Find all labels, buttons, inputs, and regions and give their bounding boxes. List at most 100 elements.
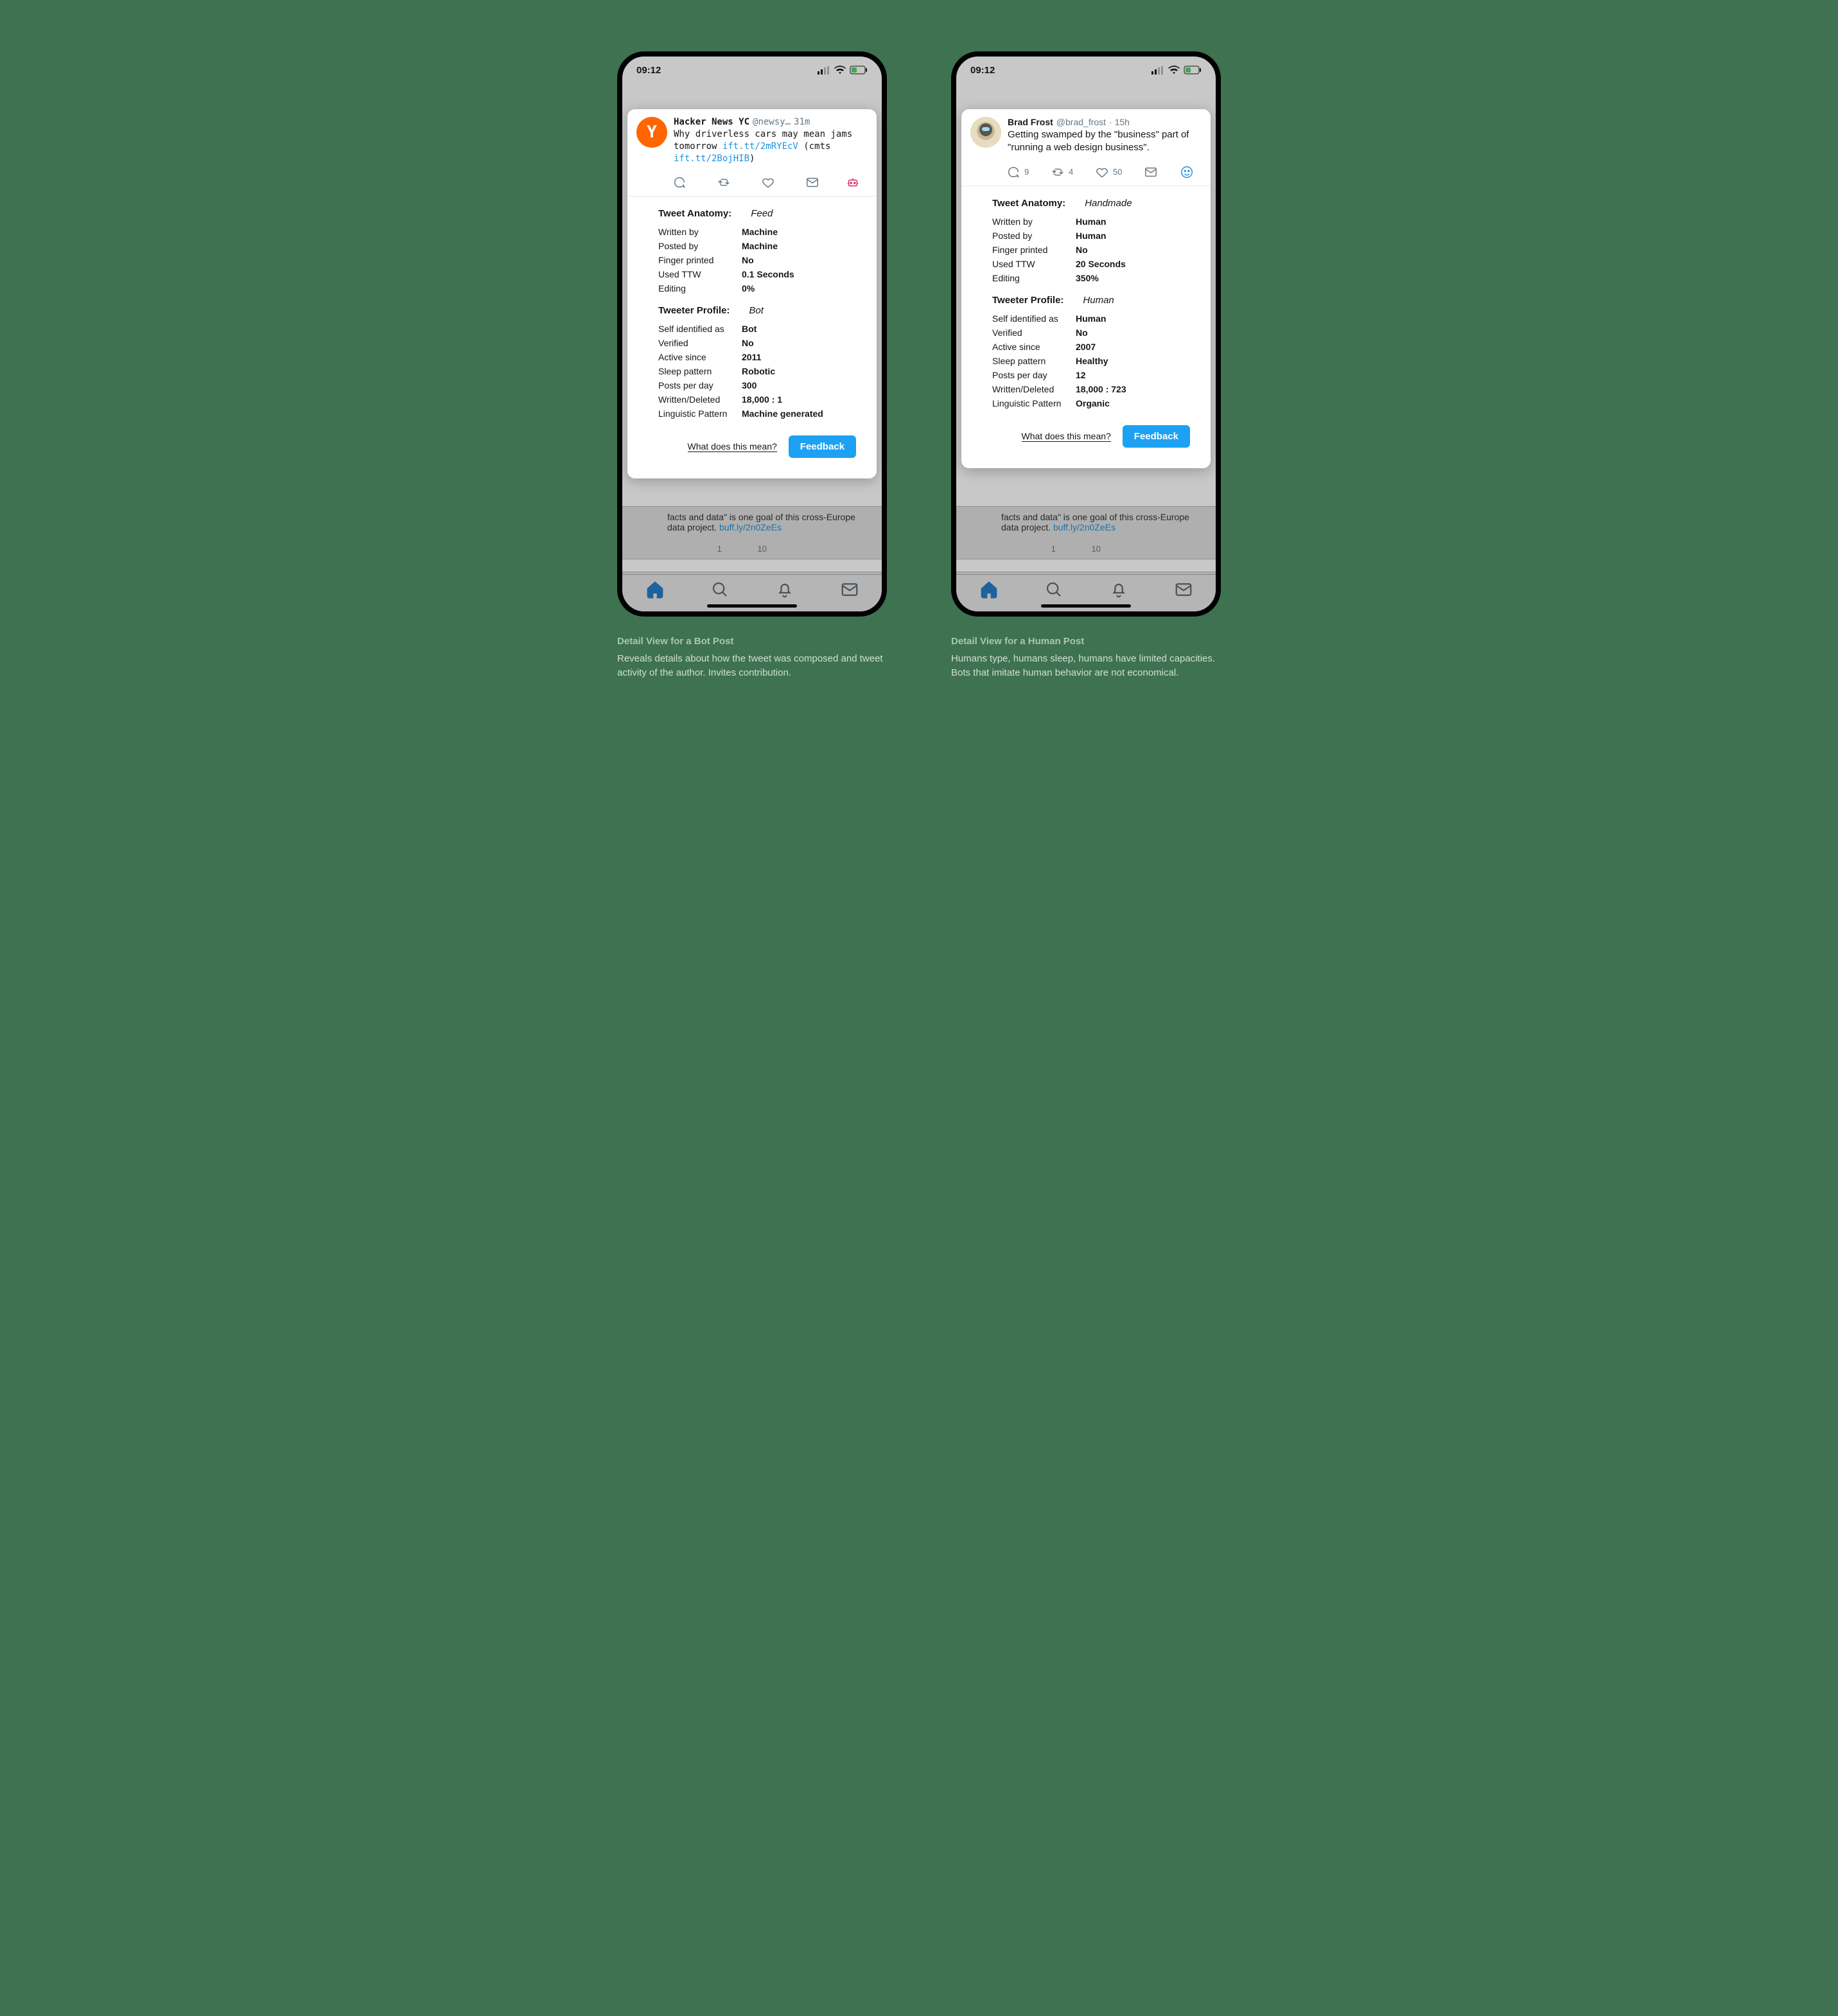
caption-title: Detail View for a Bot Post bbox=[617, 635, 887, 649]
tweet-author-handle[interactable]: @newsy… bbox=[753, 117, 791, 127]
tab-notifications[interactable] bbox=[1109, 580, 1128, 602]
home-indicator[interactable] bbox=[707, 604, 797, 608]
section-title: Tweet Anatomy: bbox=[658, 208, 731, 219]
caption-title: Detail View for a Human Post bbox=[951, 635, 1221, 649]
status-system-icons bbox=[818, 66, 868, 75]
analysis-value: Healthy bbox=[1076, 356, 1108, 366]
tab-messages[interactable] bbox=[840, 580, 859, 602]
section-value: Feed bbox=[751, 208, 773, 219]
analysis-value: 2007 bbox=[1076, 342, 1096, 352]
bg-retweet[interactable]: 1 bbox=[1035, 538, 1056, 554]
bot-indicator-icon[interactable] bbox=[1180, 165, 1194, 179]
analysis-value: Machine generated bbox=[742, 408, 823, 419]
analysis-row: Sleep pattern Robotic bbox=[658, 366, 866, 376]
analysis-key: Linguistic Pattern bbox=[658, 408, 742, 419]
section-title: Tweet Anatomy: bbox=[992, 198, 1065, 209]
analysis-key: Used TTW bbox=[992, 259, 1076, 269]
section-icon bbox=[972, 292, 985, 308]
tab-home[interactable] bbox=[979, 580, 999, 602]
bg-bot-icon[interactable] bbox=[1153, 538, 1168, 554]
analysis-value: 350% bbox=[1076, 273, 1099, 283]
section-title: Tweeter Profile: bbox=[992, 295, 1063, 306]
analysis-value: 300 bbox=[742, 380, 757, 390]
analysis-key: Verified bbox=[992, 328, 1076, 338]
analysis-row: Written/Deleted 18,000 : 723 bbox=[992, 384, 1200, 394]
like-button[interactable]: 50 bbox=[1095, 165, 1122, 179]
analysis-value: 18,000 : 723 bbox=[1076, 384, 1126, 394]
tweet-author-name[interactable]: Hacker News YC bbox=[674, 117, 749, 127]
retweet-button[interactable] bbox=[717, 175, 735, 189]
analysis-row: Posted by Machine bbox=[658, 241, 866, 251]
bg-like[interactable]: 10 bbox=[741, 538, 767, 554]
tweet: Brad Frost @brad_frost · 15h Getting swa… bbox=[961, 109, 1211, 161]
caption-body: Reveals details about how the tweet was … bbox=[617, 652, 887, 681]
home-indicator[interactable] bbox=[1041, 604, 1131, 608]
share-button[interactable] bbox=[1144, 165, 1158, 179]
analysis-row: Self identified as Human bbox=[992, 313, 1200, 324]
status-time: 09:12 bbox=[636, 65, 661, 76]
analysis-value: 0.1 Seconds bbox=[742, 269, 794, 279]
feedback-button[interactable]: Feedback bbox=[789, 435, 856, 458]
bg-tweet-link[interactable]: buff.ly/2n0ZeEs bbox=[1053, 522, 1116, 532]
tab-search[interactable] bbox=[710, 580, 730, 602]
status-time: 09:12 bbox=[970, 65, 995, 76]
tab-messages[interactable] bbox=[1174, 580, 1193, 602]
tab-home[interactable] bbox=[645, 580, 665, 602]
bg-reply-icon[interactable] bbox=[1001, 538, 1015, 554]
bot-indicator-icon[interactable] bbox=[846, 175, 860, 189]
analysis-value: Machine bbox=[742, 227, 778, 237]
bg-reply-icon[interactable] bbox=[667, 538, 681, 554]
analysis-value: Bot bbox=[742, 324, 757, 334]
background-tweet: facts and data" is one goal of this cros… bbox=[956, 506, 1216, 559]
reply-button[interactable]: 9 bbox=[1006, 165, 1029, 179]
avatar[interactable] bbox=[970, 117, 1001, 148]
analysis-section: Tweet Anatomy: Handmade Written by Human… bbox=[972, 195, 1200, 283]
bg-like[interactable]: 10 bbox=[1075, 538, 1101, 554]
tweet-author-handle[interactable]: @brad_frost bbox=[1056, 117, 1106, 127]
retweet-button[interactable]: 4 bbox=[1051, 165, 1073, 179]
analysis-key: Posts per day bbox=[992, 370, 1076, 380]
bg-share-icon[interactable] bbox=[1120, 538, 1134, 554]
analysis-key: Active since bbox=[992, 342, 1076, 352]
analysis-key: Finger printed bbox=[658, 255, 742, 265]
phone-frame: 09:12 facts and data" is one goal of thi… bbox=[617, 51, 887, 617]
analysis-key: Self identified as bbox=[658, 324, 742, 334]
section-title: Tweeter Profile: bbox=[658, 305, 730, 316]
tweet-timestamp: 31m bbox=[794, 117, 810, 127]
analysis-value: No bbox=[742, 338, 754, 348]
analysis-row: Sleep pattern Healthy bbox=[992, 356, 1200, 366]
share-button[interactable] bbox=[805, 175, 819, 189]
explain-link[interactable]: What does this mean? bbox=[688, 441, 777, 452]
tab-search[interactable] bbox=[1044, 580, 1063, 602]
bg-tweet-link[interactable]: buff.ly/2n0ZeEs bbox=[719, 522, 782, 532]
analysis-key: Written/Deleted bbox=[658, 394, 742, 405]
analysis-value: Robotic bbox=[742, 366, 775, 376]
tab-notifications[interactable] bbox=[775, 580, 794, 602]
tweet-link[interactable]: ift.tt/2BojHIB bbox=[674, 153, 749, 164]
phone-frame: 09:12 facts and data" is one goal of thi… bbox=[951, 51, 1221, 617]
analysis-row: Linguistic Pattern Machine generated bbox=[658, 408, 866, 419]
analysis-row: Editing 0% bbox=[658, 283, 866, 294]
background-tweet: facts and data" is one goal of this cros… bbox=[622, 506, 882, 559]
analysis-value: 12 bbox=[1076, 370, 1086, 380]
bg-bot-icon[interactable] bbox=[819, 538, 834, 554]
bg-share-icon[interactable] bbox=[786, 538, 800, 554]
like-button[interactable] bbox=[761, 175, 779, 189]
analysis-value: No bbox=[1076, 245, 1088, 255]
analysis-key: Used TTW bbox=[658, 269, 742, 279]
tweet: Y Hacker News YC @newsy… 31m Why driverl… bbox=[627, 109, 877, 171]
avatar[interactable]: Y bbox=[636, 117, 667, 148]
analysis-row: Active since 2007 bbox=[992, 342, 1200, 352]
tweet-actions bbox=[627, 171, 877, 197]
analysis-key: Active since bbox=[658, 352, 742, 362]
caption: Detail View for a Human Post Humans type… bbox=[951, 635, 1221, 681]
tweet-link[interactable]: ift.tt/2mRYEcV bbox=[722, 141, 798, 152]
analysis-row: Written by Human bbox=[992, 216, 1200, 227]
feedback-button[interactable]: Feedback bbox=[1123, 425, 1190, 448]
explain-link[interactable]: What does this mean? bbox=[1022, 431, 1111, 442]
section-icon bbox=[638, 302, 651, 319]
reply-button[interactable] bbox=[672, 175, 690, 189]
bg-retweet[interactable]: 1 bbox=[701, 538, 722, 554]
analysis-key: Editing bbox=[992, 273, 1076, 283]
tweet-author-name[interactable]: Brad Frost bbox=[1008, 117, 1053, 127]
